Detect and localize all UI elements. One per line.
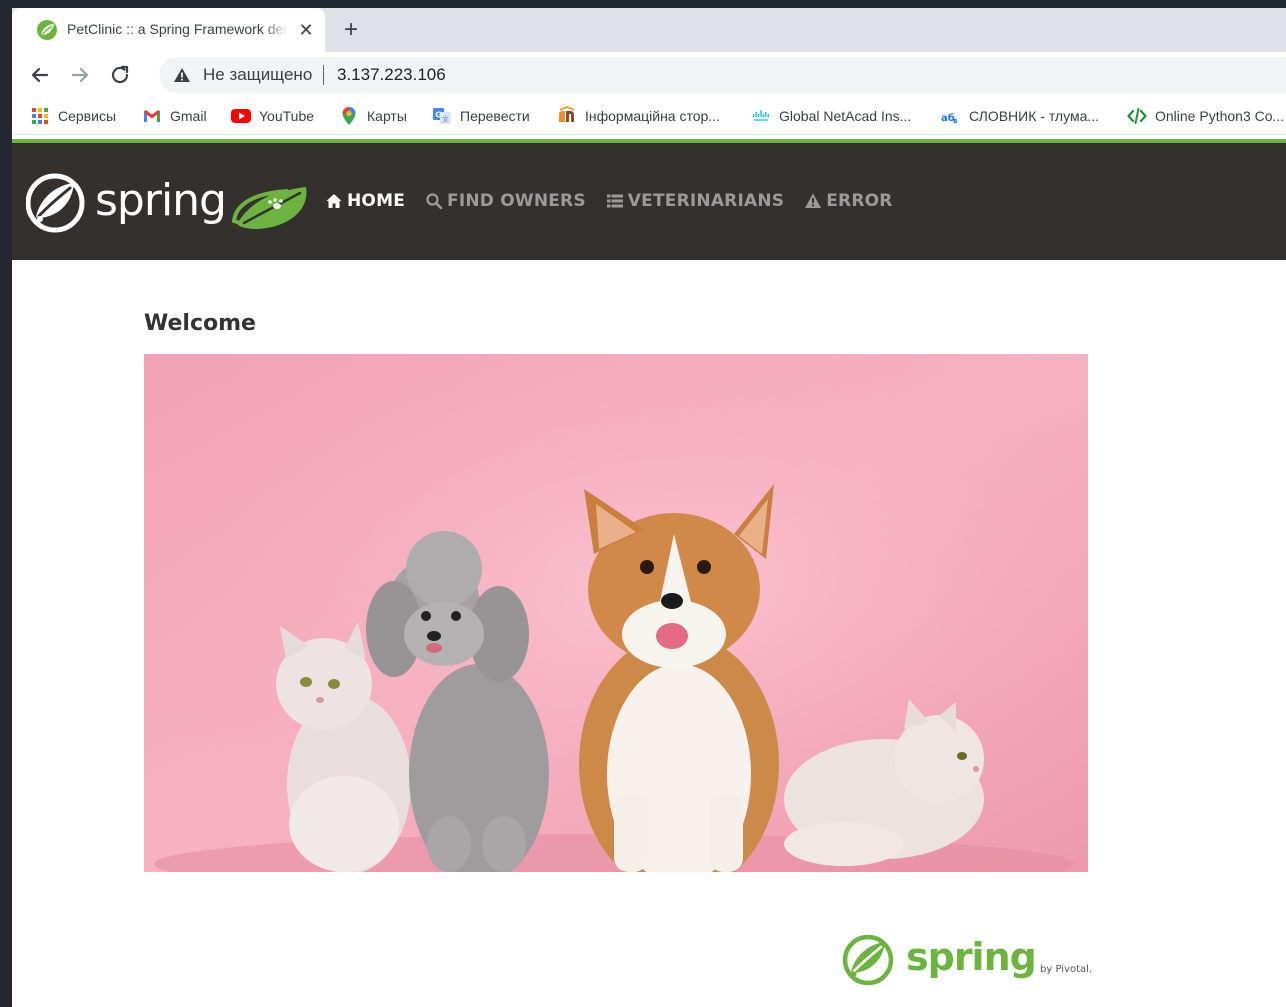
cisco-icon <box>753 110 769 121</box>
not-secure-warning-icon[interactable] <box>173 67 191 83</box>
bookmark-python[interactable]: Online Python3 Co... <box>1127 106 1284 126</box>
bookmark-label: Сервисы <box>58 108 117 124</box>
spring-by-pivotal-logo[interactable]: spring by Pivotal. <box>842 930 1102 990</box>
bookmark-gmail[interactable]: Gmail <box>142 106 207 126</box>
nav-find-owners[interactable]: FIND OWNERS <box>425 191 586 211</box>
site-navbar: spring HOME FIND OWNERS VETERINARIANS ER… <box>12 139 1286 260</box>
security-status-label[interactable]: Не защищено <box>203 65 312 85</box>
search-icon <box>426 193 443 210</box>
new-tab-button[interactable]: + <box>338 17 364 43</box>
reload-icon[interactable] <box>107 62 133 88</box>
bookmark-netacad[interactable]: Global NetAcad Ins... <box>751 106 911 126</box>
close-tab-icon[interactable]: ✕ <box>296 20 316 40</box>
list-icon <box>606 194 623 208</box>
warning-icon <box>805 193 822 208</box>
nav-label: ERROR <box>826 191 893 211</box>
dictionary-icon: аб в <box>941 112 958 125</box>
address-divider <box>323 65 324 85</box>
bookmark-info-page[interactable]: Інформаційна стор... <box>557 106 720 126</box>
home-icon <box>326 194 342 208</box>
forward-arrow-icon[interactable] <box>67 62 93 88</box>
browser-toolbar: Не защищено 3.137.223.106 <box>12 52 1286 97</box>
nav-error[interactable]: ERROR <box>804 191 892 211</box>
bookmarks-bar: Сервисы Gmail YouTube Карты G 文 Перевест… <box>12 97 1286 135</box>
translate-icon: G 文 <box>433 108 451 124</box>
back-arrow-icon[interactable] <box>27 62 53 88</box>
bookmark-label: Global NetAcad Ins... <box>779 108 912 124</box>
bookmark-label: YouTube <box>259 108 315 124</box>
bookmark-translate[interactable]: G 文 Перевести <box>432 106 530 126</box>
bookmark-label: Карты <box>367 108 407 124</box>
page-title: Welcome <box>144 311 256 336</box>
footer-wordmark: spring <box>906 935 1036 979</box>
browser-tab-petclinic[interactable]: PetClinic :: a Spring Framework demonstr… <box>12 8 325 52</box>
corgi <box>579 484 779 872</box>
bookmark-label: Перевести <box>460 108 530 124</box>
url-text[interactable]: 3.137.223.106 <box>337 65 446 85</box>
nav-label: HOME <box>347 191 406 211</box>
pets-hero-image <box>144 354 1088 872</box>
gmail-icon <box>144 110 160 122</box>
tab-title: PetClinic :: a Spring Framework demonstr… <box>67 21 289 37</box>
bookmark-maps[interactable]: Карты <box>339 106 407 126</box>
bookmark-dictionary[interactable]: аб в СЛОВНИК - тлума... <box>941 106 1099 126</box>
svg-text:文: 文 <box>442 115 449 124</box>
youtube-icon <box>231 109 251 123</box>
svg-text:в: в <box>953 117 958 125</box>
bookmark-label: СЛОВНИК - тлума... <box>969 108 1100 124</box>
spring-leaf-favicon-icon <box>37 20 57 40</box>
spring-petclinic-logo[interactable]: spring <box>26 173 316 233</box>
code-icon <box>1127 108 1147 124</box>
bookmark-label: Online Python3 Co... <box>1155 108 1285 124</box>
bookmark-label: Gmail <box>170 108 207 124</box>
nav-label: FIND OWNERS <box>447 191 586 211</box>
footer-by-pivotal: by Pivotal. <box>1040 964 1092 975</box>
nav-label: VETERINARIANS <box>627 191 785 211</box>
nav-veterinarians[interactable]: VETERINARIANS <box>606 191 784 211</box>
apps-grid-icon <box>32 108 48 124</box>
info-page-icon <box>559 106 575 122</box>
maps-pin-icon <box>342 107 356 125</box>
nav-home[interactable]: HOME <box>325 191 405 211</box>
bookmark-youtube[interactable]: YouTube <box>231 106 314 126</box>
page-viewport: spring HOME FIND OWNERS VETERINARIANS ER… <box>12 135 1286 1007</box>
address-bar[interactable]: Не защищено 3.137.223.106 <box>159 57 1286 93</box>
svg-text:G: G <box>435 111 442 120</box>
bookmark-services[interactable]: Сервисы <box>30 106 116 126</box>
bookmark-label: Інформаційна стор... <box>585 108 720 124</box>
main-menu: HOME FIND OWNERS VETERINARIANS ERROR <box>325 187 913 215</box>
brand-wordmark: spring <box>95 175 226 226</box>
